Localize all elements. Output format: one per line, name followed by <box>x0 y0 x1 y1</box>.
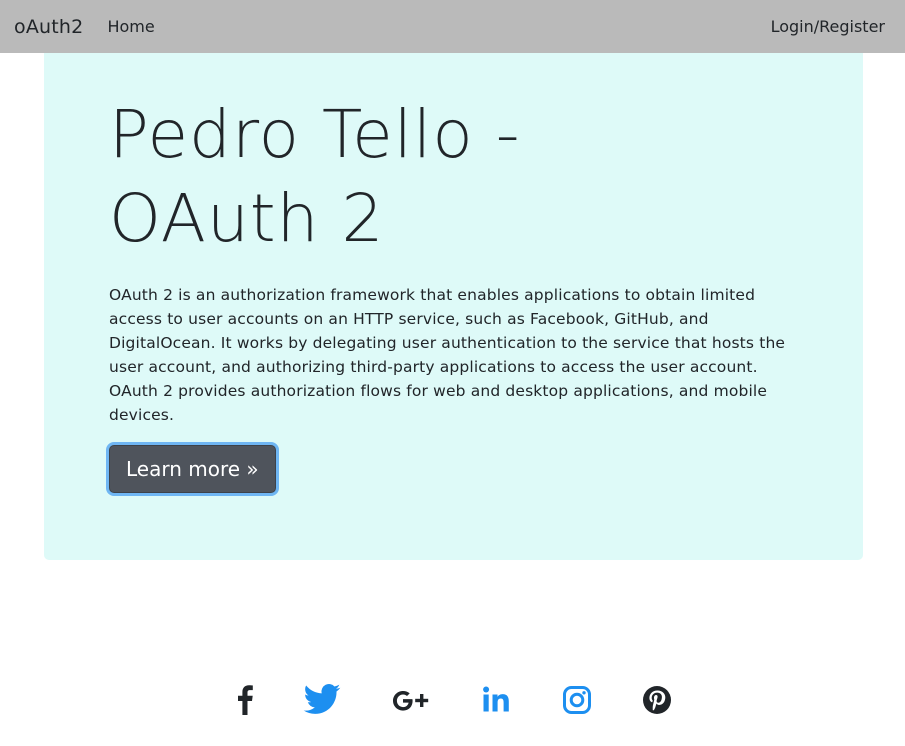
hero-title: Pedro Tello - OAuth 2 <box>109 96 521 257</box>
hero-description: OAuth 2 is an authorization framework th… <box>109 286 786 424</box>
pinterest-icon[interactable] <box>637 680 677 720</box>
social-links <box>0 680 905 724</box>
google-plus-icon[interactable] <box>388 680 434 720</box>
twitter-icon[interactable] <box>302 680 342 720</box>
instagram-icon[interactable] <box>557 680 597 720</box>
navbar: oAuth2 Home Login/Register <box>0 0 905 53</box>
hero-jumbotron: Pedro Tello - OAuth 2 OAuth 2 is an auth… <box>44 53 863 560</box>
facebook-icon[interactable] <box>225 680 265 720</box>
learn-more-button[interactable]: Learn more » <box>109 445 276 493</box>
brand-link[interactable]: oAuth2 <box>14 16 83 38</box>
linkedin-icon[interactable] <box>477 680 517 720</box>
login-register-link[interactable]: Login/Register <box>771 17 885 36</box>
nav-home-link[interactable]: Home <box>107 17 154 36</box>
